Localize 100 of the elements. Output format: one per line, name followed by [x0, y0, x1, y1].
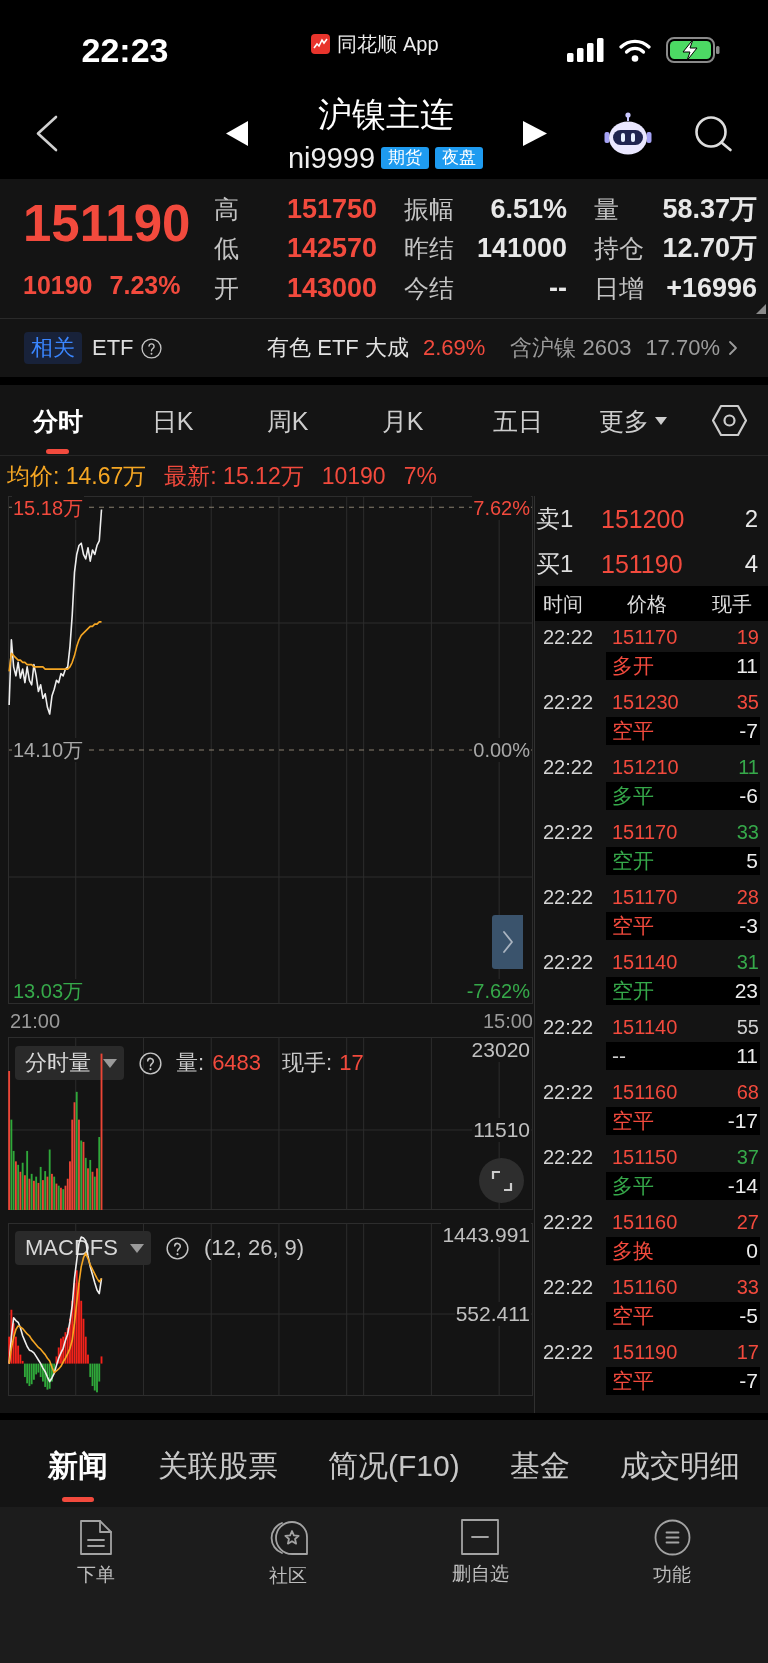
previous-triangle-icon[interactable]	[226, 121, 248, 146]
indicator-dropdown[interactable]: 分时量	[15, 1046, 124, 1080]
trade-change: -6	[739, 783, 758, 809]
trade-price: 151150	[612, 1144, 678, 1169]
trade-price: 151140	[612, 949, 678, 974]
back-icon[interactable]	[35, 115, 58, 152]
axis-label: -7.62%	[465, 978, 531, 1003]
trade-time: 22:22	[543, 1339, 595, 1364]
expand-icon	[490, 1169, 513, 1192]
trade-price: 151160	[612, 1079, 678, 1104]
stat-label: 量	[594, 193, 619, 224]
chart-tab[interactable]: 分时	[0, 385, 115, 455]
bottom-tab[interactable]: 新闻	[48, 1420, 108, 1507]
tab-indicator	[62, 1497, 94, 1502]
fullscreen-button[interactable]	[479, 1158, 524, 1203]
toolbar-button[interactable]: 功能	[653, 1507, 691, 1586]
toolbar-button[interactable]: 删自选	[451, 1507, 509, 1585]
trade-time: 22:22	[543, 1079, 595, 1104]
trade-volume: 35	[736, 689, 759, 714]
caret-down-icon	[129, 1243, 144, 1253]
volume-label: 量:	[176, 1050, 205, 1076]
indicator-params: (12, 26, 9)	[203, 1235, 305, 1261]
trade-change: -17	[727, 1108, 758, 1134]
trade-change: -7	[739, 718, 758, 744]
chevron-right-icon[interactable]	[728, 340, 738, 356]
app-name: 同花顺 App	[337, 32, 439, 56]
bottom-tab[interactable]: 关联股票	[158, 1420, 278, 1507]
contract-title: 沪镍主连	[317, 95, 454, 133]
etf-label: ETF	[92, 334, 134, 362]
stat-label: 高	[214, 193, 239, 224]
trade-time: 22:22	[543, 1209, 595, 1234]
stat-value: 6.51%	[490, 192, 567, 225]
stat-label: 今结	[404, 272, 454, 303]
holding-percent: 17.70%	[645, 334, 720, 362]
trade-time: 22:22	[543, 1014, 595, 1039]
trade-type: 多平	[612, 1173, 654, 1199]
average-price: 均价: 14.67万	[7, 462, 147, 490]
chart-tab[interactable]: 更多	[575, 385, 690, 455]
trade-volume: 37	[736, 1144, 759, 1169]
bottom-tab[interactable]: 简况(F10)	[328, 1420, 460, 1507]
toolbar-button[interactable]: 下单	[77, 1507, 115, 1586]
axis-label: 13.03万	[12, 978, 85, 1003]
trade-time: 22:22	[543, 884, 595, 909]
trade-change: -7	[739, 1368, 758, 1394]
trade-time: 22:22	[543, 1144, 595, 1169]
stat-value: 12.70万	[662, 232, 757, 265]
app-logo-icon	[311, 34, 331, 54]
trade-change: 23	[734, 978, 758, 1004]
stat-value: 142570	[286, 232, 377, 265]
chart-tab[interactable]: 日K	[115, 385, 230, 455]
fund-name[interactable]: 有色 ETF 大成	[267, 334, 409, 362]
stat-value: 141000	[476, 232, 567, 265]
signal-icon	[566, 38, 604, 62]
trade-price: 151170	[612, 884, 678, 909]
stat-label: 振幅	[404, 193, 454, 224]
stat-value: --	[549, 271, 567, 304]
trade-type: 多平	[612, 783, 654, 809]
trade-volume: 17	[736, 1339, 759, 1364]
price-change: 10190	[23, 270, 93, 300]
trade-type: 多开	[612, 653, 654, 679]
help-icon[interactable]	[165, 1236, 189, 1260]
corner-triangle-icon[interactable]	[756, 304, 766, 314]
price-change-percent: 7.23%	[109, 270, 181, 300]
trade-price: 151140	[612, 1014, 678, 1039]
bottom-tab[interactable]: 基金	[509, 1420, 570, 1507]
trade-change: 11	[736, 653, 758, 679]
trade-type: 空平	[612, 913, 654, 939]
latest-change-percent: 7%	[403, 462, 437, 490]
time-label: 15:00	[482, 1008, 533, 1033]
stat-value: 58.37万	[662, 192, 757, 225]
tag: 夜盘	[435, 147, 484, 169]
trade-volume: 31	[736, 949, 759, 974]
bottom-tab[interactable]: 成交明细	[619, 1420, 740, 1507]
volume-value: 6483	[212, 1050, 262, 1076]
document-icon	[79, 1519, 113, 1556]
trade-change: 0	[746, 1238, 758, 1264]
robot-icon[interactable]	[604, 112, 652, 155]
column-header: 价格	[627, 591, 667, 616]
caret-down-icon	[654, 417, 667, 425]
trade-volume: 55	[736, 1014, 759, 1039]
trade-type: 空平	[612, 718, 654, 744]
trade-type: 空平	[612, 1303, 654, 1329]
help-icon[interactable]	[139, 1051, 162, 1075]
help-icon[interactable]	[140, 337, 162, 359]
settings-icon[interactable]	[711, 402, 747, 438]
trade-change: 5	[746, 848, 758, 874]
chart-tab[interactable]: 周K	[230, 385, 345, 455]
next-triangle-icon[interactable]	[523, 121, 547, 146]
contract-code: ni9999	[287, 145, 376, 171]
chart-tab[interactable]: 月K	[345, 385, 460, 455]
holding-info: 含沪镍 2603	[510, 334, 632, 362]
stat-value: +16996	[666, 271, 757, 304]
search-icon[interactable]	[694, 115, 733, 152]
hand-value: 17	[339, 1050, 364, 1076]
axis-label: 7.62%	[472, 496, 531, 520]
status-time: 22:23	[81, 31, 169, 69]
column-header: 时间	[543, 591, 584, 616]
chart-tab[interactable]: 五日	[460, 385, 575, 455]
toolbar-button[interactable]: 社区	[267, 1507, 309, 1587]
panel-toggle-button[interactable]	[492, 915, 523, 969]
